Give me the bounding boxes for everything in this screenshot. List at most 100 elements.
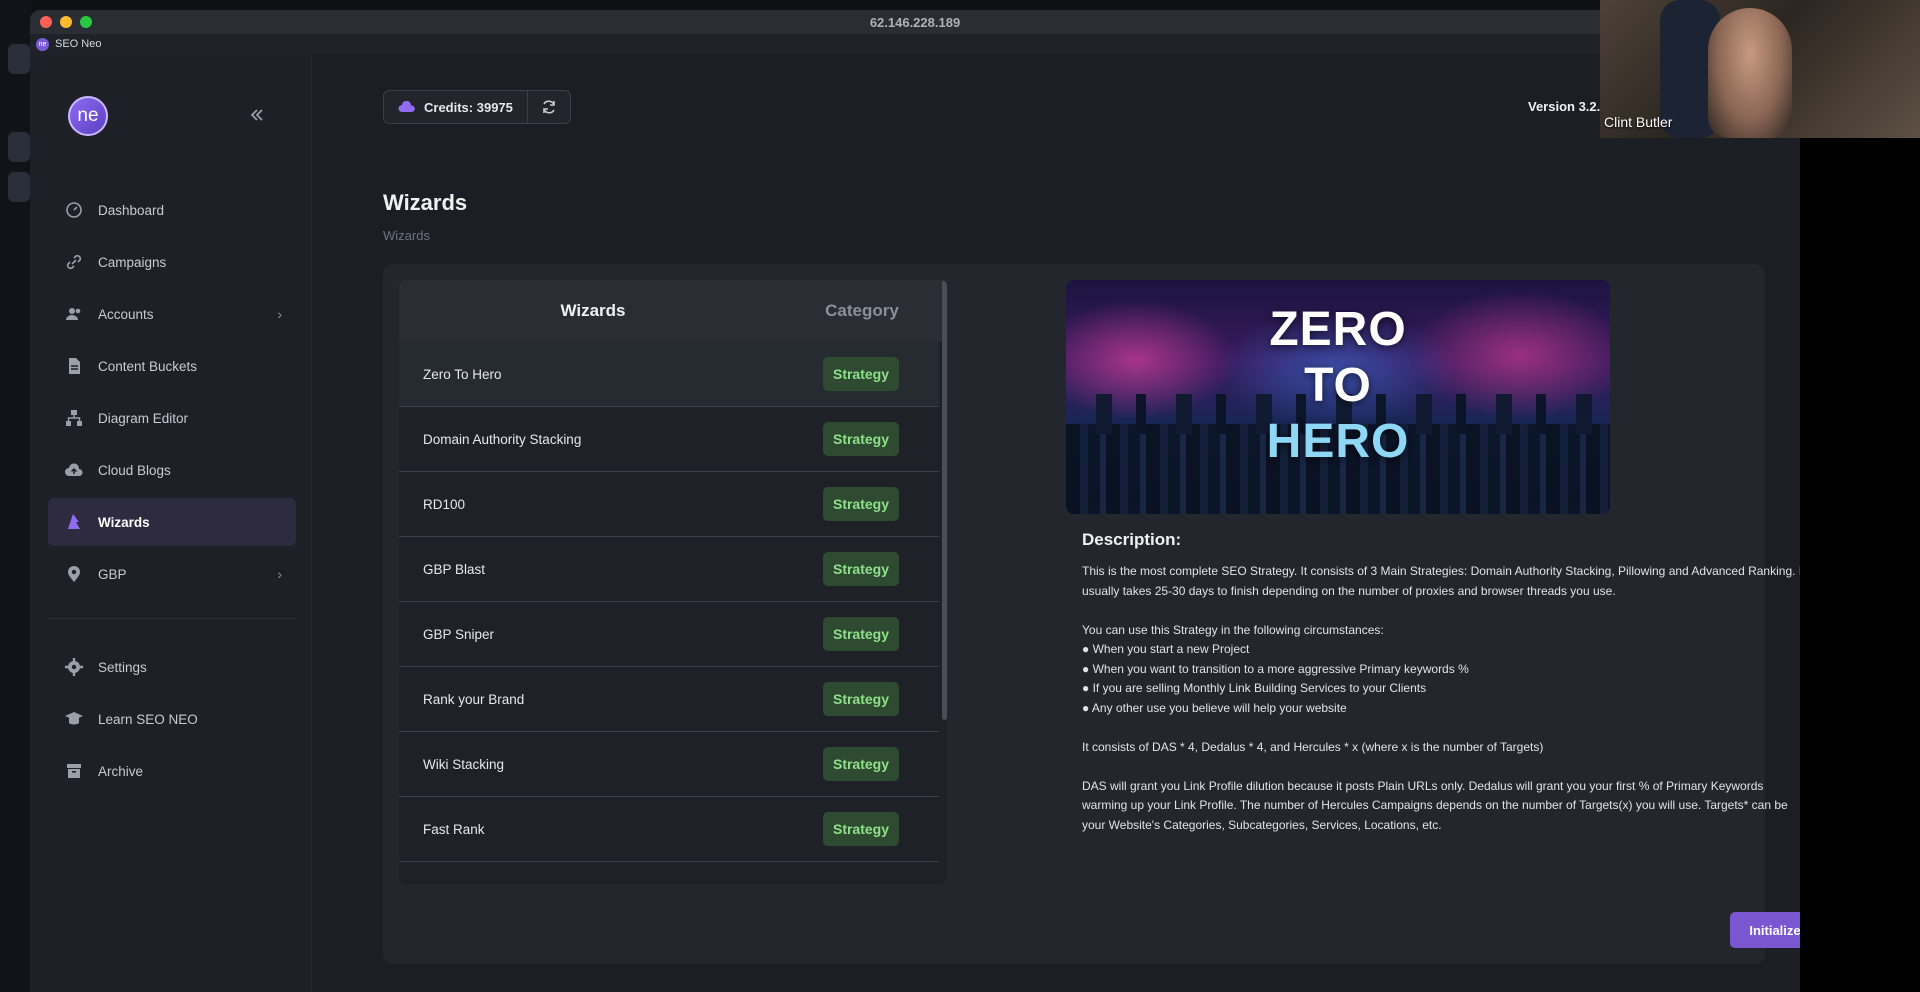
cloud-icon (398, 101, 415, 112)
description-paragraph: DAS will grant you Link Profile dilution… (1082, 778, 1788, 832)
hero-line: TO (1304, 359, 1372, 412)
table-row[interactable]: Zero To Hero Strategy (399, 342, 939, 407)
wizard-name: Zero To Hero (423, 366, 502, 382)
description-bullet: ● If you are selling Monthly Link Buildi… (1082, 681, 1427, 695)
credits-label: Credits: 39975 (424, 99, 513, 115)
double-chevron-left-icon (250, 109, 263, 121)
participant-video (1708, 8, 1792, 138)
brand-logo[interactable]: ne (68, 96, 108, 136)
archive-icon (64, 761, 84, 781)
sidebar-item-dashboard[interactable]: Dashboard (48, 186, 296, 234)
table-row[interactable]: GBP Blast Strategy (399, 537, 939, 602)
table-row[interactable]: RD100 Strategy (399, 472, 939, 537)
table-row[interactable]: Wiki Stacking Strategy (399, 732, 939, 797)
link-icon (64, 252, 84, 272)
category-badge: Strategy (823, 357, 899, 391)
collapse-sidebar-button[interactable] (248, 106, 266, 130)
wizards-table: Wizards Category Zero To Hero Strategy Do… (399, 280, 947, 884)
category-badge: Strategy (823, 812, 899, 846)
graduation-cap-icon (64, 709, 84, 729)
sidebar-item-label: Diagram Editor (98, 410, 189, 426)
sidebar-item-label: Dashboard (98, 202, 165, 218)
sidebar-nav: Dashboard Campaigns Accounts › Content B… (48, 186, 296, 799)
window-controls (40, 16, 92, 28)
description-title: Description: (1082, 530, 1182, 549)
category-badge: Strategy (823, 487, 899, 521)
category-badge: Strategy (823, 552, 899, 586)
video-call-overlay[interactable]: Clint Butler (1600, 0, 1920, 138)
cloud-upload-icon (64, 460, 84, 480)
dashboard-icon (64, 200, 84, 220)
credits-display: Credits: 39975 (384, 91, 528, 123)
wizards-panel: Wizards Category Zero To Hero Strategy Do… (383, 264, 1800, 964)
description-bullet: ● When you start a new Project (1082, 642, 1250, 656)
table-row[interactable]: Fast Rank Strategy (399, 797, 939, 862)
sidebar-item-diagram-editor[interactable]: Diagram Editor (48, 394, 296, 442)
description-section: Description: This is the most complete S… (1066, 530, 1800, 932)
close-window-button[interactable] (40, 16, 52, 28)
page-title: Wizards (383, 190, 468, 215)
column-header-wizards[interactable]: Wizards (399, 301, 787, 321)
location-pin-icon (64, 564, 84, 584)
sidebar-item-label: Learn SEO NEO (98, 711, 198, 727)
sidebar-item-label: Content Buckets (98, 358, 198, 374)
table-row[interactable]: Domain Authority Stacking Strategy (399, 407, 939, 472)
app-menubar: ne SEO Neo (30, 34, 1800, 54)
table-row[interactable]: Rank your Brand Strategy (399, 667, 939, 732)
credits-widget: Credits: 39975 (383, 90, 571, 124)
column-header-category[interactable]: Category (787, 301, 937, 321)
sidebar-item-content-buckets[interactable]: Content Buckets (48, 342, 296, 390)
wizard-hat-icon (64, 512, 84, 532)
description-bullet: ● Any other use you believe will help yo… (1082, 700, 1347, 715)
sidebar-item-accounts[interactable]: Accounts › (48, 290, 296, 338)
category-badge: Strategy (823, 682, 899, 716)
wizard-name: Fast Rank (423, 821, 485, 837)
sidebar-item-campaigns[interactable]: Campaigns (48, 238, 296, 286)
minimize-window-button[interactable] (60, 16, 72, 28)
chevron-right-icon: › (277, 306, 282, 322)
hierarchy-icon (64, 408, 84, 428)
sidebar-item-label: Wizards (98, 514, 150, 530)
description-paragraph: This is the most complete SEO Strategy. … (1082, 564, 1800, 598)
description-paragraph: It consists of DAS * 4, Dedalus * 4, and… (1082, 739, 1544, 754)
refresh-credits-button[interactable] (528, 91, 570, 123)
description-bullet: ● When you want to transition to a more … (1082, 661, 1469, 676)
dock-app-icon[interactable] (8, 172, 30, 202)
wizard-name: Rank your Brand (423, 691, 525, 707)
sidebar-item-archive[interactable]: Archive (48, 747, 296, 795)
version-label: Version 3.2.2 (1528, 99, 1608, 114)
sidebar-item-label: GBP (98, 566, 127, 582)
sidebar-item-label: Settings (98, 659, 147, 675)
app-window: 62.146.228.189 ne SEO Neo ne Dashboard C… (30, 10, 1800, 992)
description-paragraph: You can use this Strategy in the followi… (1082, 622, 1384, 637)
window-titlebar: 62.146.228.189 (30, 10, 1800, 34)
sidebar-item-label: Campaigns (98, 254, 167, 270)
sidebar-item-label: Archive (98, 763, 144, 779)
app-logo-icon: ne (36, 37, 49, 51)
sidebar-item-gbp[interactable]: GBP › (48, 550, 296, 598)
sidebar-item-cloud-blogs[interactable]: Cloud Blogs (48, 446, 296, 494)
description-body: This is the most complete SEO Strategy. … (1082, 562, 1800, 855)
table-row[interactable]: GBP Sniper Strategy (399, 602, 939, 667)
dock-app-icon[interactable] (8, 44, 30, 74)
sidebar-item-settings[interactable]: Settings (48, 643, 296, 691)
maximize-window-button[interactable] (80, 16, 92, 28)
sidebar-item-label: Cloud Blogs (98, 462, 171, 478)
sidebar-item-wizards[interactable]: Wizards (48, 498, 296, 546)
table-scrollbar[interactable] (942, 280, 947, 720)
category-badge: Strategy (823, 422, 899, 456)
sidebar-divider (48, 618, 296, 619)
initialize-button[interactable]: Initialize (1730, 912, 1800, 948)
wizard-name: Domain Authority Stacking (423, 431, 582, 447)
users-icon (64, 304, 84, 324)
breadcrumb[interactable]: Wizards (383, 228, 430, 243)
hero-line: HERO (1266, 415, 1410, 468)
category-badge: Strategy (823, 617, 899, 651)
gear-icon (64, 657, 84, 677)
category-badge: Strategy (823, 747, 899, 781)
app-name: SEO Neo (55, 38, 102, 50)
sidebar-item-learn-seo-neo[interactable]: Learn SEO NEO (48, 695, 296, 743)
hero-line: ZERO (1269, 303, 1407, 356)
dock-app-icon[interactable] (8, 132, 30, 162)
desktop-background (1800, 138, 1920, 992)
